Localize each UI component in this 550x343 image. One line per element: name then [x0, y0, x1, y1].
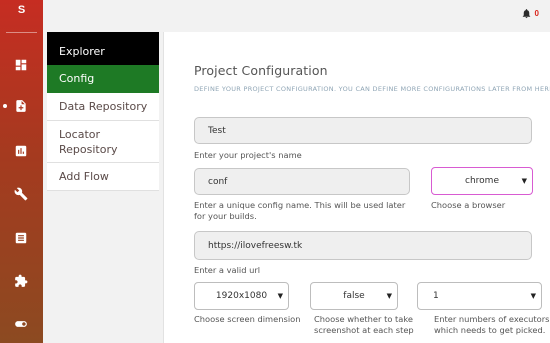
page-subtitle: DEFINE YOUR PROJECT CONFIGURATION. YOU C…	[194, 85, 550, 93]
executors-select[interactable]: 1 ▼	[417, 282, 542, 310]
explorer-header: Explorer	[47, 32, 159, 65]
browser-value: chrome	[465, 176, 499, 186]
menu-item-add-flow[interactable]: Add Flow	[47, 163, 159, 191]
menu-item-data-repository[interactable]: Data Repository	[47, 93, 159, 121]
executors-hint: Enter numbers of executors which needs t…	[434, 314, 550, 335]
config-name-hint: Enter a unique config name. This will be…	[194, 200, 406, 221]
screen-dimension-value: 1920x1080	[215, 291, 268, 301]
browser-hint: Choose a browser	[431, 200, 506, 210]
config-name-input[interactable]: conf	[194, 168, 410, 195]
chevron-down-icon: ▼	[386, 292, 392, 300]
screen-dimension-hint: Choose screen dimension	[194, 314, 301, 324]
chevron-down-icon: ▼	[530, 292, 536, 300]
top-bar: 0	[43, 0, 550, 30]
active-indicator-dot	[3, 104, 7, 108]
project-name-input[interactable]: Test	[194, 117, 532, 144]
chevron-down-icon: ▼	[277, 292, 283, 300]
screen-dimension-select[interactable]: 1920x1080 ▼	[194, 282, 289, 310]
dashboard-icon[interactable]	[13, 57, 29, 73]
left-rail: S	[0, 0, 43, 343]
chevron-down-icon: ▼	[521, 177, 527, 185]
menu-item-locator-repository[interactable]: Locator Repository	[47, 121, 159, 163]
document-icon[interactable]	[13, 98, 29, 114]
puzzle-icon[interactable]	[13, 273, 29, 289]
config-panel: Project Configuration DEFINE YOUR PROJEC…	[163, 32, 550, 343]
bell-icon	[522, 9, 530, 19]
project-name-hint: Enter your project's name	[194, 150, 302, 160]
explorer-menu: Explorer Config Data Repository Locator …	[47, 32, 159, 343]
url-hint: Enter a valid url	[194, 265, 261, 275]
toggle-icon[interactable]	[13, 316, 29, 332]
url-input[interactable]: https://ilovefreesw.tk	[194, 231, 532, 260]
notification-count: 0	[534, 9, 539, 18]
list-icon[interactable]	[13, 230, 29, 246]
screenshot-value: false	[343, 291, 365, 301]
page-title: Project Configuration	[194, 63, 328, 78]
executors-value: 1	[433, 291, 439, 301]
screenshot-select[interactable]: false ▼	[310, 282, 398, 310]
brand-divider	[6, 32, 37, 33]
menu-item-config[interactable]: Config	[47, 65, 159, 93]
brand-letter: S	[17, 4, 26, 16]
browser-select[interactable]: chrome ▼	[431, 167, 533, 195]
wrench-icon[interactable]	[13, 186, 29, 202]
notifications-button[interactable]: 0	[521, 8, 539, 19]
chart-icon[interactable]	[13, 143, 29, 159]
screenshot-hint: Choose whether to take screenshot at eac…	[314, 314, 414, 335]
